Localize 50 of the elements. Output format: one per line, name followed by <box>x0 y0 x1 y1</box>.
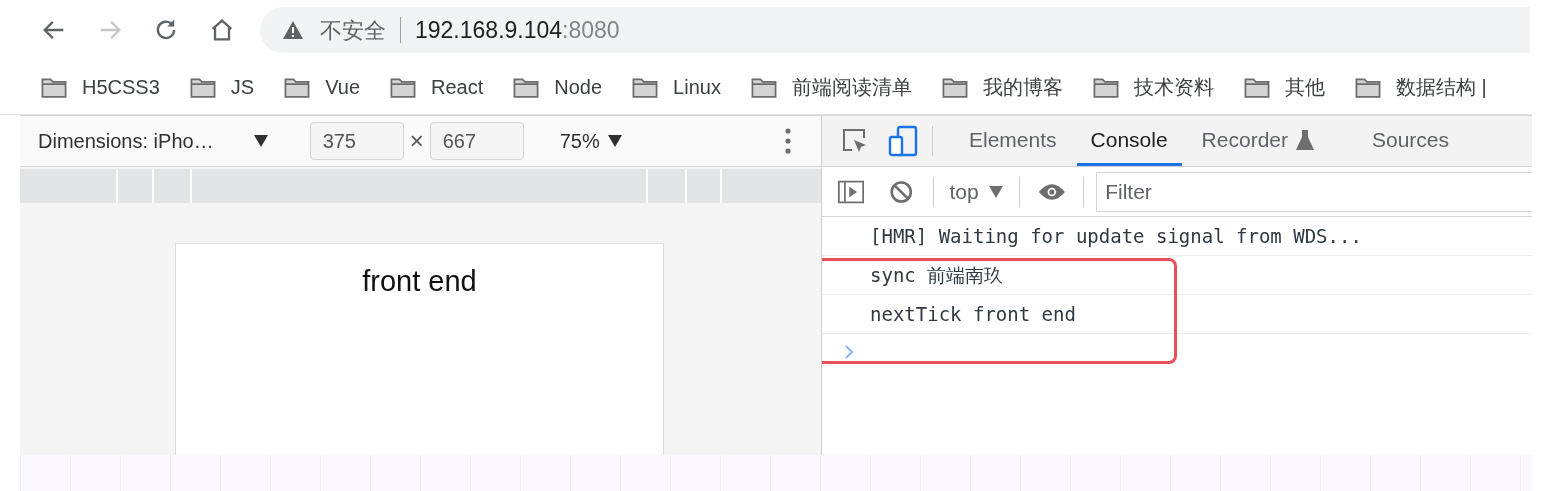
bookmark-item[interactable]: React <box>389 72 484 102</box>
page-text: front end <box>362 264 477 299</box>
context-dropdown[interactable]: top <box>949 175 1003 208</box>
width-field[interactable]: 375 <box>309 122 404 160</box>
folder-icon <box>512 76 541 98</box>
devtools-tab[interactable]: Recorder <box>1187 116 1352 166</box>
folder-icon <box>283 76 312 98</box>
folder-icon <box>940 76 969 98</box>
caret-icon <box>607 135 622 147</box>
sidebar-toggle-icon[interactable] <box>838 178 864 205</box>
bookmark-item[interactable]: 技术资料 <box>1091 72 1214 102</box>
bookmark-item[interactable]: 其他 <box>1242 72 1325 102</box>
console-message: nextTick front end <box>822 295 1532 334</box>
caret-icon <box>988 185 1003 198</box>
bookmark-item[interactable]: H5CSS3 <box>40 72 160 102</box>
device-toggle-icon[interactable] <box>888 125 918 157</box>
filter-field[interactable]: Filter <box>1096 171 1532 212</box>
folder-icon <box>40 76 68 98</box>
folder-icon <box>1091 76 1120 98</box>
bookmark-item[interactable]: Node <box>512 72 603 102</box>
devtools-tab[interactable]: Elements <box>955 116 1071 166</box>
folder-icon <box>389 76 417 98</box>
security-label: 不安全 <box>320 16 386 45</box>
times-sign: × <box>409 126 424 156</box>
bookmark-item[interactable]: 数据结构 | <box>1353 72 1487 102</box>
bookmark-item[interactable]: 前端阅读清单 <box>749 72 912 102</box>
devtools-tab[interactable]: Sources <box>1358 116 1464 166</box>
clear-console-icon[interactable] <box>890 178 913 205</box>
height-field[interactable]: 667 <box>429 122 524 160</box>
warning-icon <box>282 20 304 40</box>
folder-icon <box>188 76 217 98</box>
zoom-dropdown[interactable]: 75% <box>559 126 622 156</box>
address-bar[interactable]: 不安全 192.168.9.104:8080 <box>260 7 1530 53</box>
devtools-tab[interactable]: Console <box>1076 116 1182 166</box>
folder-icon <box>749 76 778 98</box>
folder-icon <box>1353 76 1382 98</box>
bookmark-item[interactable]: Vue <box>283 72 360 102</box>
eye-icon[interactable] <box>1037 181 1066 202</box>
caret-icon <box>253 135 268 147</box>
folder-icon <box>1242 76 1271 98</box>
bookmark-item[interactable]: Linux <box>631 72 721 102</box>
folder-icon <box>631 76 660 98</box>
device-dropdown[interactable]: Dimensions: iPho… <box>38 126 268 156</box>
more-options-icon[interactable] <box>785 128 791 154</box>
bookmark-item[interactable]: JS <box>188 72 255 102</box>
flask-icon <box>1296 129 1314 150</box>
url-text: 192.168.9.104:8080 <box>415 15 620 45</box>
bookmark-item[interactable]: 我的博客 <box>940 72 1063 102</box>
console-message: [HMR] Waiting for update signal from WDS... <box>822 217 1532 256</box>
console-message: sync 前端南玖 <box>822 256 1532 295</box>
